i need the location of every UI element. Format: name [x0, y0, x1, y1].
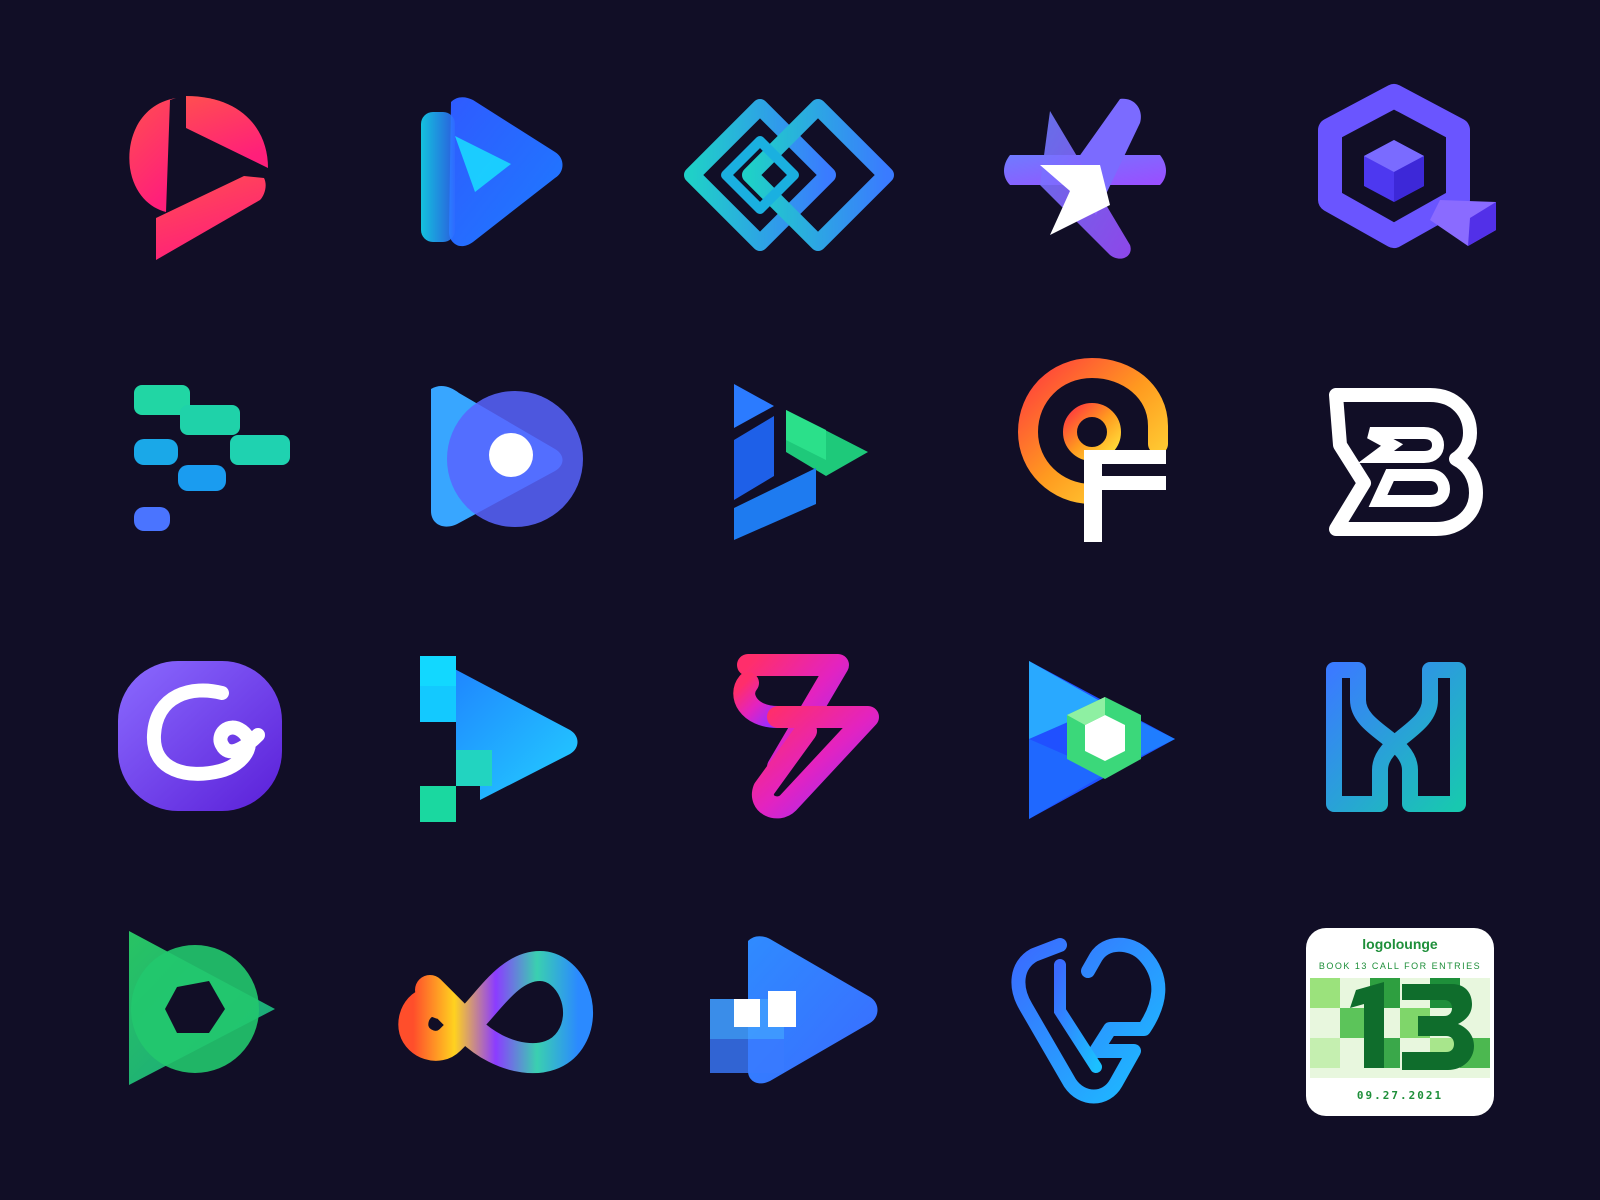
play-p-icon: [120, 88, 280, 268]
lightning-z-icon: [718, 654, 888, 820]
hexagon-play-green-icon: [125, 925, 290, 1090]
hexagon-cube-q-icon: [1318, 84, 1505, 260]
n-path-icon: [1320, 660, 1470, 815]
card-date: 09.27.2021: [1356, 1089, 1444, 1102]
location-f-icon: [1017, 357, 1168, 547]
arrow-b-icon: [1320, 385, 1483, 536]
logolounge-brand: logolounge: [1362, 936, 1438, 952]
infinity-icon: [390, 950, 600, 1090]
star-play-icon: [1000, 95, 1180, 265]
linked-rounded-diamonds-icon: [680, 95, 900, 265]
pixel-arrow-icon: [130, 383, 295, 533]
cube-play-icon: [730, 380, 880, 545]
hexagon-play-icon: [1025, 655, 1180, 825]
stacked-play-icon: [710, 935, 885, 1085]
layered-play-icon: [415, 92, 575, 262]
v-arrow-icon: [1010, 935, 1180, 1105]
s-bubble-icon: [112, 655, 292, 820]
play-circle-icon: [415, 383, 590, 533]
logolounge-badge-icon: logolounge BOOK 13 CALL FOR ENTRIES 09.2…: [1306, 928, 1494, 1116]
pixel-p-play-icon: [420, 650, 585, 825]
card-subtitle: BOOK 13 CALL FOR ENTRIES: [1318, 961, 1482, 971]
logo-grid: logolounge BOOK 13 CALL FOR ENTRIES 09.2…: [0, 0, 1600, 1200]
